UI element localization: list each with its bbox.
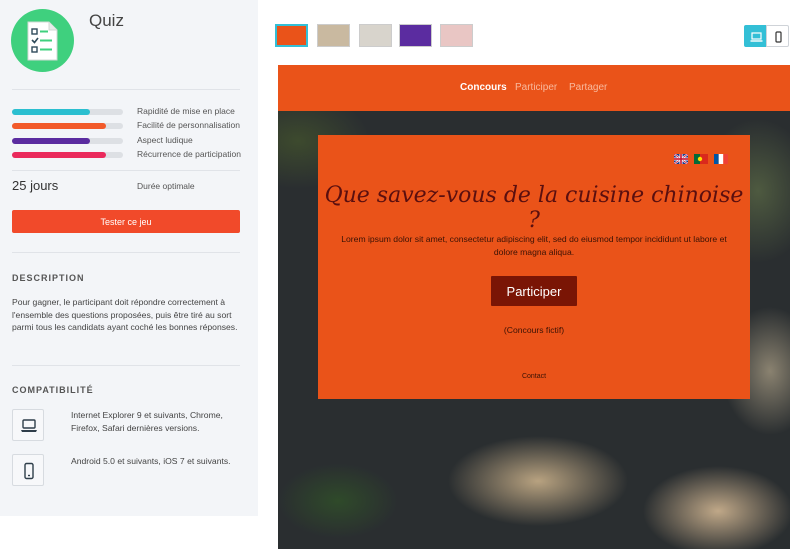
thumbnail-1[interactable]	[275, 24, 308, 47]
smartphone-icon	[775, 31, 782, 43]
rating-row: Aspect ludique	[12, 135, 242, 147]
divider	[12, 365, 240, 366]
uk-flag-icon[interactable]	[674, 154, 688, 164]
compat-mobile-text: Android 5.0 et suivants, iOS 7 et suivan…	[71, 456, 231, 466]
quiz-checklist-icon	[11, 9, 74, 72]
rating-fill	[12, 138, 90, 144]
sidebar: Quiz Rapidité de mise en place Facilité …	[0, 0, 258, 516]
duration-value: 25 jours	[12, 178, 59, 193]
rating-fill	[12, 109, 90, 115]
fictitious-contest-note: (Concours fictif)	[503, 325, 565, 335]
nav-concours[interactable]: Concours	[460, 82, 507, 93]
smartphone-icon	[12, 454, 44, 486]
divider	[12, 89, 240, 90]
rating-row: Facilité de personnalisation	[12, 120, 242, 132]
thumbnail-4[interactable]	[399, 24, 432, 47]
game-preview: Concours Participer Partager Que savez-v…	[278, 65, 790, 549]
rating-track	[12, 152, 123, 158]
compatibility-heading: COMPATIBILITÉ	[12, 385, 94, 395]
compat-desktop-text: Internet Explorer 9 et suivants, Chrome,…	[71, 410, 223, 433]
nav-participer[interactable]: Participer	[515, 82, 557, 93]
language-flags	[674, 154, 728, 164]
rating-label: Récurrence de participation	[137, 149, 241, 159]
page-title: Quiz	[89, 11, 124, 30]
thumbnail-5[interactable]	[440, 24, 473, 47]
mobile-view-button[interactable]	[766, 25, 789, 47]
description-heading: DESCRIPTION	[12, 273, 85, 283]
rating-row: Rapidité de mise en place	[12, 106, 242, 118]
rating-fill	[12, 123, 107, 129]
description-text: Pour gagner, le participant doit répondr…	[12, 297, 238, 332]
duration-label: Durée optimale	[137, 181, 195, 191]
contact-link[interactable]: Contact	[318, 373, 750, 380]
france-flag-icon[interactable]	[714, 154, 728, 164]
participate-button[interactable]: Participer	[491, 276, 577, 306]
preview-nav: Concours Participer Partager	[278, 65, 790, 111]
rating-track	[12, 138, 123, 144]
rating-label: Aspect ludique	[137, 135, 193, 145]
divider	[12, 170, 240, 171]
rating-label: Facilité de personnalisation	[137, 120, 241, 130]
rating-track	[12, 123, 123, 129]
thumbnail-3[interactable]	[359, 24, 392, 47]
desktop-view-button[interactable]	[744, 25, 767, 47]
quiz-intro-text: Lorem ipsum dolor sit amet, consectetur …	[341, 234, 727, 257]
laptop-icon	[12, 409, 44, 441]
try-game-button[interactable]: Tester ce jeu	[12, 210, 240, 233]
quiz-title: Que savez-vous de la cuisine chinoise ?	[324, 183, 744, 233]
divider	[12, 252, 240, 253]
laptop-icon	[750, 32, 763, 42]
rating-fill	[12, 152, 107, 158]
quiz-card: Que savez-vous de la cuisine chinoise ? …	[318, 135, 750, 399]
rating-track	[12, 109, 123, 115]
rating-label: Rapidité de mise en place	[137, 106, 235, 116]
rating-row: Récurrence de participation	[12, 149, 242, 161]
device-toggle	[744, 25, 789, 47]
thumbnail-2[interactable]	[317, 24, 350, 47]
portugal-flag-icon[interactable]	[694, 154, 708, 164]
nav-partager[interactable]: Partager	[569, 82, 607, 93]
